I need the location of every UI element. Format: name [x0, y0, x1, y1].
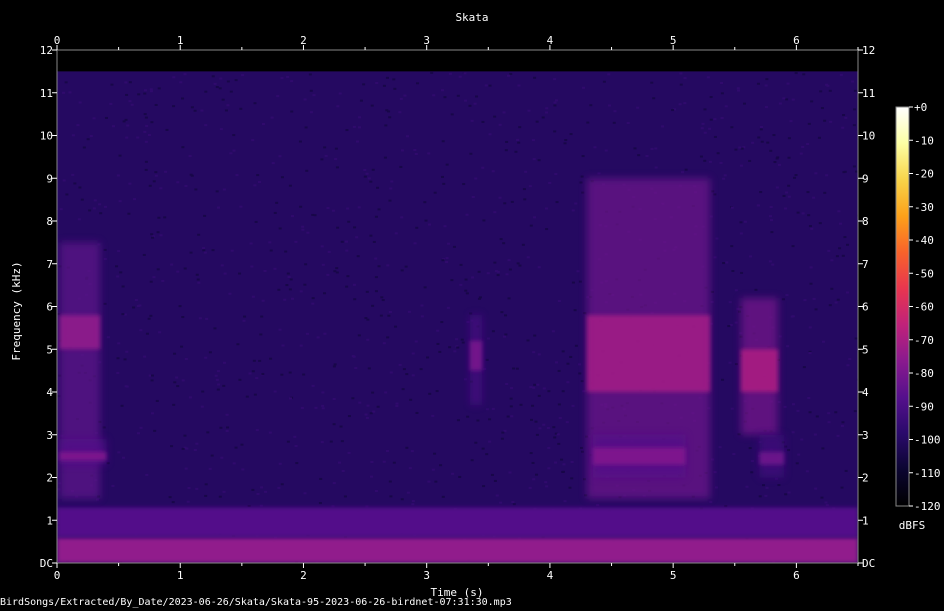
x-tick-label-top: 2: [300, 34, 307, 47]
y-tick-label-right: 2: [862, 472, 869, 485]
low-frequency-band: [57, 507, 858, 538]
y-tick-label-right: 7: [862, 258, 869, 271]
colorbar: +0 -10 -20 -30 -40 -50 -60 -70 -80 -90 -100 -110 -12…: [895, 101, 941, 513]
chart-title: Skata: [455, 11, 488, 24]
x-tick-label-bottom: 0: [54, 569, 61, 582]
y-tick-label-left: 1: [46, 514, 53, 527]
sound-event: [469, 315, 483, 405]
colorbar-tick-label: -70: [914, 334, 934, 347]
plot-area: [57, 50, 858, 563]
spectrogram-chart: Skata 00112233445566DC DC1 12 23 34 45 56 67 78 8…: [10, 11, 941, 599]
y-axis-label: Frequency (kHz): [10, 261, 23, 360]
x-tick-label-top: 3: [423, 34, 430, 47]
sound-event: [740, 297, 778, 435]
colorbar-tick-label: -80: [914, 367, 934, 380]
x-tick-label-top: 5: [670, 34, 677, 47]
x-tick-label-bottom: 4: [547, 569, 554, 582]
low-frequency-band: [57, 537, 858, 563]
y-tick-label-right: 1: [862, 514, 869, 527]
y-tick-label-left: 2: [46, 472, 53, 485]
y-tick-label-right: DC: [862, 557, 875, 570]
x-tick-label-top: 4: [547, 34, 554, 47]
x-tick-label-bottom: 1: [177, 569, 184, 582]
sound-event: [59, 439, 107, 465]
colorbar-label: dBFS: [899, 519, 926, 532]
x-tick-label-top: 0: [54, 34, 61, 47]
y-tick-label-left: 9: [46, 172, 53, 185]
y-tick-label-right: 10: [862, 130, 875, 143]
noise-floor: [57, 71, 858, 563]
x-tick-label-top: 1: [177, 34, 184, 47]
colorbar-tick-label: -40: [914, 234, 934, 247]
colorbar-tick-label: -30: [914, 201, 934, 214]
y-tick-label-left: 6: [46, 301, 53, 314]
colorbar-tick-label: -120: [914, 500, 941, 513]
y-tick-label-left: 10: [40, 130, 53, 143]
sound-event: [759, 434, 785, 478]
y-tick-label-right: 4: [862, 386, 869, 399]
y-tick-label-left: 3: [46, 429, 53, 442]
y-tick-label-right: 11: [862, 87, 875, 100]
colorbar-tick-label: -90: [914, 400, 934, 413]
y-tick-label-right: 9: [862, 172, 869, 185]
y-tick-label-right: 6: [862, 301, 869, 314]
colorbar-gradient: [895, 106, 910, 507]
y-tick-label-left: 8: [46, 215, 53, 228]
y-tick-label-right: 12: [862, 44, 875, 57]
footer-file-path: BirdSongs/Extracted/By_Date/2023-06-26/S…: [0, 597, 512, 608]
colorbar-tick-label: -100: [914, 434, 941, 447]
y-tick-label-left: 5: [46, 343, 53, 356]
colorbar-tick-label: -110: [914, 467, 941, 480]
x-tick-label-bottom: 2: [300, 569, 307, 582]
y-tick-label-right: 5: [862, 343, 869, 356]
x-tick-label-bottom: 6: [793, 569, 800, 582]
y-tick-label-left: 11: [40, 87, 53, 100]
x-tick-label-top: 6: [793, 34, 800, 47]
colorbar-tick-label: -50: [914, 267, 934, 280]
y-tick-label-left: 4: [46, 386, 53, 399]
y-tick-label-left: 7: [46, 258, 53, 271]
colorbar-tick-label: +0: [914, 101, 927, 114]
sound-event: [593, 434, 686, 478]
y-tick-label-left: DC: [40, 557, 53, 570]
x-tick-label-bottom: 5: [670, 569, 677, 582]
colorbar-tick-label: -10: [914, 134, 934, 147]
y-tick-label-right: 8: [862, 215, 869, 228]
y-tick-label-left: 12: [40, 44, 53, 57]
colorbar-tick-label: -60: [914, 301, 934, 314]
y-tick-label-right: 3: [862, 429, 869, 442]
colorbar-tick-label: -20: [914, 168, 934, 181]
x-tick-label-bottom: 3: [423, 569, 430, 582]
